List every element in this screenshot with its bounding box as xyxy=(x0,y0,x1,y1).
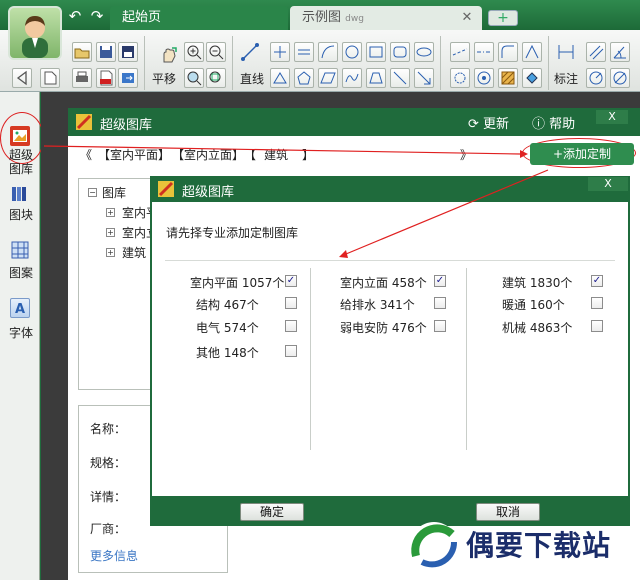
annotation-arrows xyxy=(43,145,549,258)
site-logo-icon xyxy=(404,516,464,576)
user-avatar[interactable] xyxy=(8,6,62,60)
watermark-name: 偶要下载站 xyxy=(466,529,612,562)
watermark-url: ouyaoxiazai.com xyxy=(468,562,561,575)
